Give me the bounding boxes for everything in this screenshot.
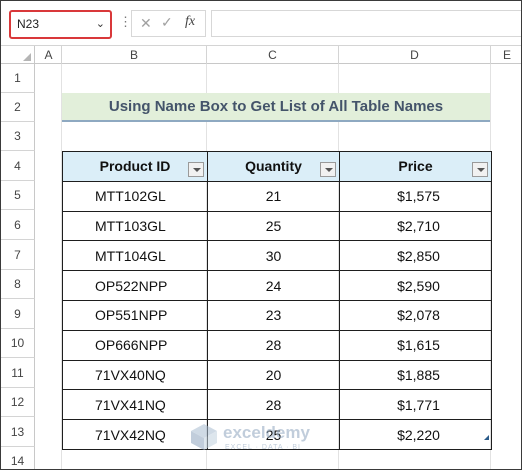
row-header-1[interactable]: 1 [1, 64, 35, 93]
spreadsheet-window: N23 ⌄ ⋮ ✕ ✓ fx A B C D E 1 2 3 4 5 6 7 8… [0, 0, 522, 470]
price-cell[interactable]: $2,220 [339, 419, 492, 450]
quantity-cell[interactable]: 28 [207, 329, 340, 361]
quantity-cell[interactable]: 21 [207, 180, 340, 212]
table-resize-handle[interactable] [484, 435, 489, 440]
column-header-e[interactable]: E [491, 46, 521, 64]
table-row: OP666NPP 28 $1,615 [62, 329, 492, 361]
quantity-cell[interactable]: 24 [207, 270, 340, 301]
product-id-cell[interactable]: 71VX40NQ [62, 359, 208, 391]
row-header-13[interactable]: 13 [1, 417, 35, 447]
quantity-cell[interactable]: 20 [207, 359, 340, 391]
product-table: Product ID Quantity Price MTT102GL 21 $1… [62, 151, 492, 450]
quantity-cell[interactable]: 30 [207, 240, 340, 272]
product-id-cell[interactable]: 71VX42NQ [62, 419, 208, 450]
product-id-cell[interactable]: MTT103GL [62, 210, 208, 242]
row-header-7[interactable]: 7 [1, 240, 35, 270]
header-label: Product ID [99, 158, 171, 175]
name-box-value: N23 [17, 17, 40, 31]
header-label: Quantity [245, 158, 302, 175]
table-row: MTT104GL 30 $2,850 [62, 240, 492, 272]
table-row: OP522NPP 24 $2,590 [62, 270, 492, 301]
header-quantity[interactable]: Quantity [207, 151, 340, 182]
column-header-b[interactable]: B [62, 46, 207, 64]
row-header-14[interactable]: 14 [1, 447, 35, 469]
price-cell[interactable]: $2,078 [339, 299, 492, 331]
formula-bar: N23 ⌄ ⋮ ✕ ✓ fx [1, 1, 521, 45]
row-header-8[interactable]: 8 [1, 270, 35, 299]
row-header-9[interactable]: 9 [1, 299, 35, 329]
filter-dropdown-icon[interactable] [320, 162, 336, 177]
quantity-cell[interactable]: 23 [207, 299, 340, 331]
quantity-cell[interactable]: 25 [207, 210, 340, 242]
exceldemy-watermark: exceldemy EXCEL · DATA · BI [189, 420, 349, 460]
price-cell[interactable]: $1,885 [339, 359, 492, 391]
product-id-cell[interactable]: OP551NPP [62, 299, 208, 331]
exceldemy-logo-icon [191, 424, 217, 450]
row-header-4[interactable]: 4 [1, 151, 35, 181]
product-id-cell[interactable]: OP666NPP [62, 329, 208, 361]
sheet-title: Using Name Box to Get List of All Table … [108, 98, 444, 115]
product-id-cell[interactable]: OP522NPP [62, 270, 208, 301]
price-cell[interactable]: $1,615 [339, 329, 492, 361]
insert-function-icon[interactable]: fx [185, 14, 195, 30]
header-product-id[interactable]: Product ID [62, 151, 208, 182]
watermark-brand: exceldemy [223, 423, 310, 442]
row-header-5[interactable]: 5 [1, 181, 35, 210]
sheet-title-cell[interactable]: Using Name Box to Get List of All Table … [62, 93, 490, 122]
watermark-tagline: EXCEL · DATA · BI [225, 444, 301, 451]
select-all-button[interactable] [1, 46, 35, 64]
formula-buttons: ✕ ✓ fx [131, 10, 206, 37]
product-id-cell[interactable]: MTT104GL [62, 240, 208, 272]
price-cell[interactable]: $1,771 [339, 389, 492, 421]
filter-dropdown-icon[interactable] [188, 162, 204, 177]
row-header-2[interactable]: 2 [1, 93, 35, 122]
row-header-10[interactable]: 10 [1, 329, 35, 358]
row-header-6[interactable]: 6 [1, 210, 35, 240]
cancel-icon[interactable]: ✕ [140, 15, 152, 32]
column-header-c[interactable]: C [207, 46, 339, 64]
price-cell[interactable]: $2,710 [339, 210, 492, 242]
column-header-row: A B C D E [1, 45, 521, 64]
header-price[interactable]: Price [339, 151, 492, 182]
product-id-cell[interactable]: 71VX41NQ [62, 389, 208, 421]
row-header-11[interactable]: 11 [1, 358, 35, 388]
select-all-icon [23, 53, 31, 61]
table-row: MTT103GL 25 $2,710 [62, 210, 492, 242]
table-header-row: Product ID Quantity Price [62, 151, 492, 182]
name-box[interactable]: N23 ⌄ [9, 10, 112, 39]
chevron-down-icon[interactable]: ⌄ [96, 17, 105, 30]
column-header-d[interactable]: D [339, 46, 491, 64]
product-id-cell[interactable]: MTT102GL [62, 180, 208, 212]
price-cell[interactable]: $2,590 [339, 270, 492, 301]
table-row: 71VX41NQ 28 $1,771 [62, 389, 492, 421]
table-row: 71VX40NQ 20 $1,885 [62, 359, 492, 391]
column-header-a[interactable]: A [36, 46, 62, 64]
formula-input[interactable] [211, 10, 521, 37]
quantity-cell[interactable]: 28 [207, 389, 340, 421]
table-row: MTT102GL 21 $1,575 [62, 180, 492, 212]
price-cell[interactable]: $2,850 [339, 240, 492, 272]
price-cell[interactable]: $1,575 [339, 180, 492, 212]
enter-icon[interactable]: ✓ [161, 14, 173, 31]
filter-dropdown-icon[interactable] [472, 162, 488, 177]
row-header-12[interactable]: 12 [1, 388, 35, 417]
header-label: Price [398, 158, 433, 175]
table-row: OP551NPP 23 $2,078 [62, 299, 492, 331]
row-header-3[interactable]: 3 [1, 122, 35, 151]
